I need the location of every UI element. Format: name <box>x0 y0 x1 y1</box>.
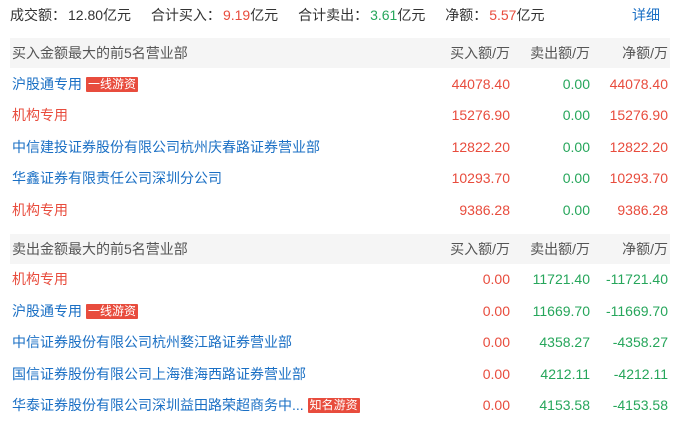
buy-table-body: 沪股通专用 一线游资 44078.40 0.00 44078.40 机构专用 15276.9… <box>0 68 682 226</box>
total-buy-unit: 亿元 <box>250 7 279 23</box>
turnover-summary: 成交额： 12.80亿元 <box>10 7 135 23</box>
broker-name-cell: 机构专用 <box>10 105 430 125</box>
table-row: 沪股通专用 一线游资 0.00 11669.70 -11669.70 <box>10 295 670 327</box>
sell-amount-cell: 0.00 <box>562 107 590 124</box>
sell-amount-cell: 0.00 <box>562 75 590 92</box>
buy-amount-cell: 0.00 <box>482 397 510 414</box>
buy-section-header: 买入金额最大的前5名营业部 买入额/万 卖出额/万 净额/万 <box>10 38 670 68</box>
net-amount-cell: -11669.70 <box>605 302 668 319</box>
broker-name-link[interactable]: 华鑫证券有限责任公司深圳分公司 <box>12 170 222 186</box>
table-row: 国信证券股份有限公司上海淮海西路证券营业部 0.00 4212.11 -4212.11 <box>10 358 670 390</box>
table-row: 中信建投证券股份有限公司杭州庆春路证券营业部 12822.20 0.00 12822.… <box>10 131 670 163</box>
broker-name-cell: 华鑫证券有限责任公司深圳分公司 <box>10 168 430 188</box>
total-sell-unit: 亿元 <box>397 7 426 23</box>
net-value: 5.57 <box>489 7 517 23</box>
net-amount-cell: 9386.28 <box>617 201 668 218</box>
detail-link[interactable]: 详细 <box>632 0 660 30</box>
summary-bar: 成交额： 12.80亿元 合计买入： 9.19亿元 合计卖出： 3.61亿元 净额： 5… <box>0 0 682 30</box>
buy-amount-cell: 0.00 <box>482 365 510 382</box>
net-label: 净额： <box>445 7 488 23</box>
broker-name-link[interactable]: 国信证券股份有限公司上海淮海西路证券营业部 <box>12 366 306 382</box>
column-header-sell: 卖出额/万 <box>530 240 590 257</box>
net-amount-cell: -11721.40 <box>605 271 668 288</box>
broker-name-link[interactable]: 沪股通专用 <box>12 76 82 92</box>
sell-amount-cell: 11669.70 <box>532 302 590 319</box>
net-summary: 净额： 5.57亿元 <box>445 7 544 23</box>
broker-name-link[interactable]: 中信建投证券股份有限公司杭州庆春路证券营业部 <box>12 139 320 155</box>
table-row: 华鑫证券有限责任公司深圳分公司 10293.70 0.00 10293.70 <box>10 163 670 195</box>
broker-name-link[interactable]: 机构专用 <box>12 107 68 123</box>
buy-section-title: 买入金额最大的前5名营业部 <box>12 45 188 61</box>
column-header-net: 净额/万 <box>622 45 668 61</box>
buy-amount-cell: 9386.28 <box>459 201 510 218</box>
broker-name-cell: 国信证券股份有限公司上海淮海西路证券营业部 <box>10 364 430 384</box>
table-row: 机构专用 9386.28 0.00 9386.28 <box>10 194 670 226</box>
net-amount-cell: -4358.27 <box>612 334 668 351</box>
column-header-buy: 买入额/万 <box>450 240 510 257</box>
total-sell-label: 合计卖出： <box>298 7 369 23</box>
broker-name-link[interactable]: 中信证券股份有限公司杭州婺江路证券营业部 <box>12 334 292 350</box>
buy-amount-cell: 0.00 <box>482 271 510 288</box>
sell-amount-cell: 0.00 <box>562 201 590 218</box>
sell-amount-cell: 4212.11 <box>540 365 590 382</box>
broker-name-cell: 中信证券股份有限公司杭州婺江路证券营业部 <box>10 332 430 352</box>
buy-amount-cell: 44078.40 <box>451 75 510 92</box>
buy-amount-cell: 0.00 <box>482 334 510 351</box>
column-header-net: 净额/万 <box>622 240 668 257</box>
sell-amount-cell: 0.00 <box>562 170 590 187</box>
broker-name-cell: 机构专用 <box>10 269 430 289</box>
trader-tag-badge: 知名游资 <box>307 398 360 414</box>
buy-amount-cell: 0.00 <box>482 302 510 319</box>
broker-name-cell: 华泰证券股份有限公司深圳益田路荣超商务中... 知名游资 <box>10 395 430 415</box>
sell-section-header: 卖出金额最大的前5名营业部 买入额/万 卖出额/万 净额/万 <box>10 233 670 264</box>
sell-amount-cell: 4153.58 <box>539 397 590 414</box>
net-amount-cell: 10293.70 <box>609 170 668 187</box>
net-unit: 亿元 <box>516 7 545 23</box>
broker-name-link[interactable]: 沪股通专用 <box>12 303 82 319</box>
buy-amount-cell: 12822.20 <box>451 138 510 155</box>
sell-section-title: 卖出金额最大的前5名营业部 <box>12 240 188 257</box>
broker-name-cell: 中信建投证券股份有限公司杭州庆春路证券营业部 <box>10 137 430 157</box>
broker-name-link[interactable]: 机构专用 <box>12 202 68 218</box>
net-amount-cell: 44078.40 <box>609 75 668 92</box>
sell-amount-cell: 0.00 <box>562 138 590 155</box>
table-row: 机构专用 15276.90 0.00 15276.90 <box>10 100 670 132</box>
total-buy-value: 9.19 <box>222 7 251 23</box>
net-amount-cell: -4212.11 <box>613 365 668 382</box>
broker-name-cell: 机构专用 <box>10 200 430 220</box>
trader-tag-badge: 一线游资 <box>86 76 139 92</box>
turnover-value: 12.80亿元 <box>68 7 132 23</box>
sell-amount-cell: 11721.40 <box>532 271 590 288</box>
broker-name-cell: 沪股通专用 一线游资 <box>10 301 430 321</box>
net-amount-cell: 15276.90 <box>609 107 668 124</box>
sell-amount-cell: 4358.27 <box>539 334 590 351</box>
table-row: 沪股通专用 一线游资 44078.40 0.00 44078.40 <box>10 68 670 100</box>
total-sell-value: 3.61 <box>370 7 398 23</box>
buy-amount-cell: 10293.70 <box>451 170 510 187</box>
table-row: 机构专用 0.00 11721.40 -11721.40 <box>10 264 670 296</box>
table-row: 华泰证券股份有限公司深圳益田路荣超商务中... 知名游资 0.00 4153.58 -4… <box>10 390 670 422</box>
broker-name-link[interactable]: 华泰证券股份有限公司深圳益田路荣超商务中... <box>12 397 304 413</box>
total-buy-label: 合计买入： <box>150 7 221 23</box>
sell-table-body: 机构专用 0.00 11721.40 -11721.40 沪股通专用 一线游资 0.00 11… <box>0 264 682 422</box>
broker-name-link[interactable]: 机构专用 <box>12 271 68 287</box>
buy-amount-cell: 15276.90 <box>451 107 510 124</box>
net-amount-cell: 12822.20 <box>609 138 668 155</box>
broker-name-cell: 沪股通专用 一线游资 <box>10 74 430 94</box>
turnover-label: 成交额： <box>10 7 66 23</box>
column-header-buy: 买入额/万 <box>450 45 510 61</box>
net-amount-cell: -4153.58 <box>612 397 668 414</box>
trader-tag-badge: 一线游资 <box>86 303 139 319</box>
total-sell-summary: 合计卖出： 3.61亿元 <box>298 7 429 23</box>
column-header-sell: 卖出额/万 <box>530 45 590 61</box>
total-buy-summary: 合计买入： 9.19亿元 <box>151 7 282 23</box>
table-row: 中信证券股份有限公司杭州婺江路证券营业部 0.00 4358.27 -4358.27 <box>10 327 670 359</box>
